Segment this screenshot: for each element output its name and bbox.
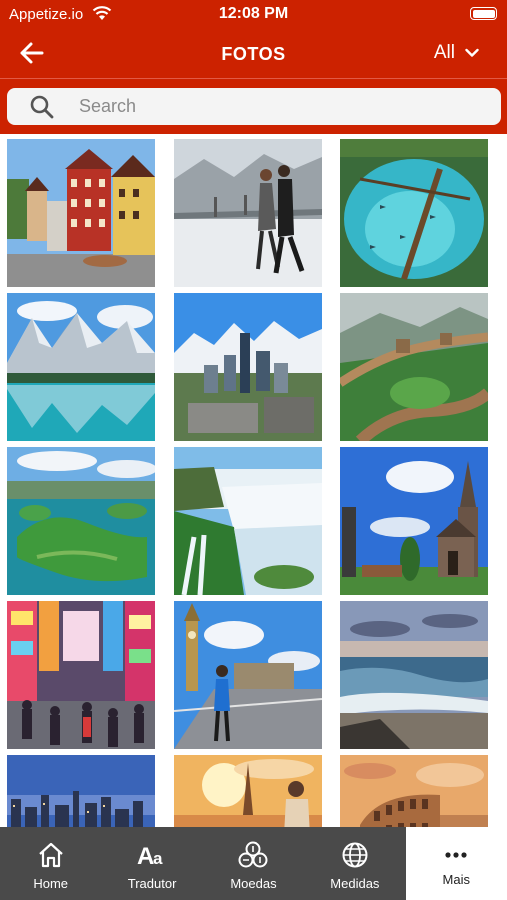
bottom-tab-bar: Home Aa Tradutor Moedas Medidas Mais <box>0 827 507 900</box>
photo-tango-dancers[interactable] <box>174 139 322 287</box>
photo-city-mountains[interactable] <box>174 293 322 441</box>
battery-icon <box>470 7 497 20</box>
tab-mais[interactable]: Mais <box>405 827 507 900</box>
top-nav-bar: FOTOS All <box>0 28 507 78</box>
coins-icon <box>238 840 268 870</box>
city-dusk-image <box>7 755 155 827</box>
tab-moedas[interactable]: Moedas <box>203 827 304 900</box>
chevron-down-icon <box>465 48 479 57</box>
search-bar <box>7 88 501 125</box>
photo-grid <box>0 134 507 827</box>
filter-label: All <box>433 42 455 63</box>
photo-big-ben[interactable] <box>174 601 322 749</box>
tab-medidas[interactable]: Medidas <box>304 827 405 900</box>
category-filter-dropdown[interactable]: All <box>434 42 479 64</box>
tab-label-tradutor: Tradutor <box>127 876 177 891</box>
neon-street-image <box>7 601 155 749</box>
photo-city-dusk[interactable] <box>7 755 155 827</box>
photo-lake-islands[interactable] <box>7 447 155 595</box>
lake-islands-image <box>7 447 155 595</box>
photo-wooden-church[interactable] <box>340 447 488 595</box>
photo-colosseum[interactable] <box>340 755 488 827</box>
tab-label-medidas: Medidas <box>330 876 380 891</box>
photo-mountain-lake[interactable] <box>7 293 155 441</box>
clock: 12:08 PM <box>218 5 289 22</box>
photo-beach-waves[interactable] <box>340 601 488 749</box>
beach-waves-image <box>340 601 488 749</box>
home-icon <box>36 840 66 870</box>
photo-eiffel-sunset[interactable] <box>174 755 322 827</box>
svg-text:a: a <box>153 849 163 868</box>
city-mountains-image <box>174 293 322 441</box>
great-wall-image <box>340 293 488 441</box>
photo-great-wall[interactable] <box>340 293 488 441</box>
photo-waterfalls[interactable] <box>174 447 322 595</box>
mountain-lake-image <box>7 293 155 441</box>
turquoise-spring-image <box>340 139 488 287</box>
page-title: FOTOS <box>221 44 286 64</box>
tango-dancers-image <box>174 139 322 287</box>
search-bar-container <box>0 78 507 134</box>
globe-icon <box>341 840 369 870</box>
translate-icon: Aa <box>136 840 168 870</box>
photo-neon-street[interactable] <box>7 601 155 749</box>
status-bar: Appetize.io 12:08 PM <box>0 0 507 28</box>
wooden-church-image <box>340 447 488 595</box>
more-icon <box>444 840 468 870</box>
village-houses-image <box>7 139 155 287</box>
colosseum-image <box>340 755 488 827</box>
tab-home[interactable]: Home <box>0 827 101 900</box>
eiffel-sunset-image <box>174 755 322 827</box>
tab-tradutor[interactable]: Aa Tradutor <box>101 827 202 900</box>
photo-village-square[interactable] <box>7 139 155 287</box>
tab-label-mais: Mais <box>442 872 470 887</box>
tab-label-home: Home <box>33 876 69 891</box>
svg-text:A: A <box>137 843 154 868</box>
tab-label-moedas: Moedas <box>230 876 277 891</box>
photo-turquoise-spring[interactable] <box>340 139 488 287</box>
big-ben-image <box>174 601 322 749</box>
search-icon <box>30 95 54 118</box>
waterfalls-image <box>174 447 322 595</box>
search-input[interactable] <box>79 96 459 117</box>
